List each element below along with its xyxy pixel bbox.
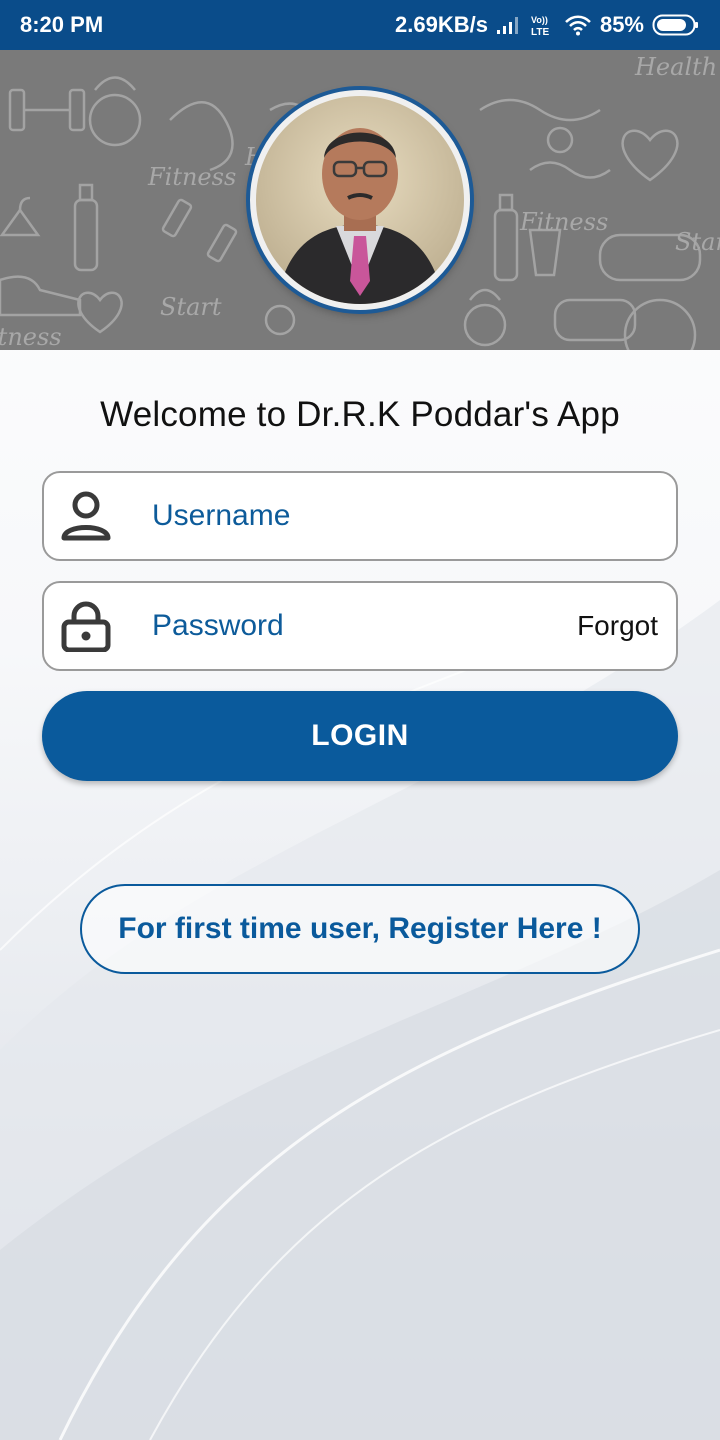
volte-icon: Vo)) LTE <box>530 13 556 37</box>
signal-icon <box>496 15 522 35</box>
battery-percent: 85% <box>599 12 644 37</box>
password-placeholder[interactable]: Password <box>152 609 577 643</box>
svg-text:Fitness: Fitness <box>519 208 608 236</box>
register-button[interactable]: For first time user, Register Here ! <box>80 884 640 974</box>
svg-text:Vo)): Vo)) <box>531 15 548 25</box>
password-field[interactable]: Password Forgot <box>42 581 678 671</box>
profile-photo <box>256 96 464 304</box>
login-button[interactable]: LOGIN <box>42 691 678 781</box>
svg-text:Star: Star <box>675 228 720 256</box>
forgot-password-link[interactable]: Forgot <box>577 610 658 642</box>
pattern-word: Fitness <box>147 163 236 191</box>
status-time: 8:20 PM <box>20 12 104 37</box>
svg-text:Start: Start <box>160 293 222 321</box>
username-field[interactable]: Username <box>42 471 678 561</box>
network-speed: 2.69KB/s <box>395 12 488 37</box>
status-bar: 8:20 PM 2.69KB/s Vo)) LTE 85% <box>0 0 720 50</box>
profile-avatar <box>250 90 470 310</box>
svg-text:Health: Health <box>634 53 717 81</box>
user-icon <box>60 490 146 542</box>
lock-icon <box>60 600 146 652</box>
username-placeholder[interactable]: Username <box>152 499 676 533</box>
wifi-icon <box>564 14 592 36</box>
header-banner: Fitness Start Heal Fitness Health Star i… <box>0 50 720 350</box>
welcome-title: Welcome to Dr.R.K Poddar's App <box>100 395 620 434</box>
svg-text:itness: itness <box>0 323 62 350</box>
battery-icon <box>652 13 700 37</box>
svg-text:LTE: LTE <box>531 27 549 37</box>
